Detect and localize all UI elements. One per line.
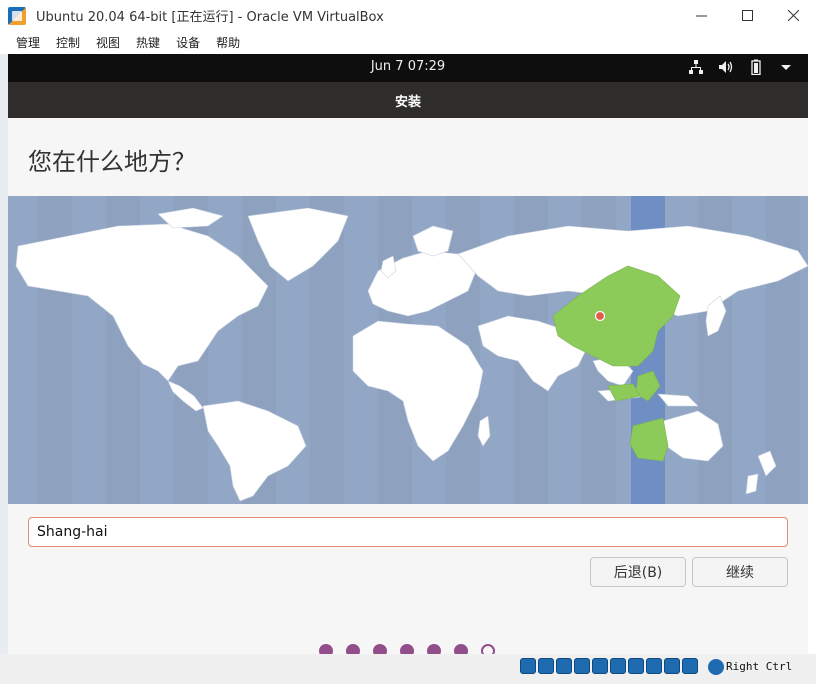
installer-progress-dots — [319, 644, 495, 654]
minimize-button[interactable] — [678, 0, 724, 31]
south-america — [202, 400, 307, 502]
page-title: 您在什么地方？ — [28, 148, 196, 176]
window-controls — [678, 0, 816, 31]
close-button[interactable] — [770, 0, 816, 31]
cpu-icon[interactable] — [664, 658, 680, 674]
window-title: Ubuntu 20.04 64-bit [正在运行] - Oracle VM V… — [36, 10, 384, 25]
network-icon — [689, 60, 703, 74]
recording-icon[interactable] — [646, 658, 662, 674]
shared-folders-icon[interactable] — [610, 658, 626, 674]
minimize-icon — [695, 15, 707, 17]
vm-status-icons — [520, 658, 698, 674]
audio-icon[interactable] — [556, 658, 572, 674]
volume-icon — [719, 61, 733, 73]
installer-title: 安装 — [394, 95, 421, 110]
back-button[interactable]: 后退(B) — [590, 557, 686, 587]
virtualbox-app-icon — [8, 6, 26, 25]
progress-dot — [319, 644, 333, 654]
progress-dot-current — [481, 644, 495, 654]
installer-headerbar: 安装 — [8, 82, 808, 118]
progress-dot — [427, 644, 441, 654]
menu-help[interactable]: 帮助 — [208, 34, 248, 51]
timezone-input[interactable] — [28, 517, 788, 547]
world-map — [15, 196, 808, 504]
progress-dot — [400, 644, 414, 654]
progress-dot — [346, 644, 360, 654]
timezone-map[interactable] — [8, 196, 808, 504]
ubuntu-top-bar: Jun 7 07:29 — [8, 54, 808, 82]
close-icon — [787, 10, 799, 21]
menu-devices[interactable]: 设备 — [168, 34, 208, 51]
menu-view[interactable]: 视图 — [88, 34, 128, 51]
host-menubar: 管理 控制 视图 热键 设备 帮助 — [0, 31, 816, 54]
location-pin-icon — [594, 310, 606, 322]
guest-screen: Jun 7 07:29 安装 您在什么地方？ Shang-hai 后退(B) 继… — [8, 54, 808, 654]
menu-control[interactable]: 控制 — [48, 34, 88, 51]
system-menu-arrow-icon — [781, 65, 791, 70]
menu-hotkeys[interactable]: 热键 — [128, 34, 168, 51]
host-desktop-peek — [0, 54, 8, 654]
hard-disk-icon[interactable] — [520, 658, 536, 674]
maximize-icon — [741, 10, 753, 21]
network-adapter-icon[interactable] — [574, 658, 590, 674]
battery-icon — [751, 59, 761, 75]
progress-dot — [373, 644, 387, 654]
progress-dot — [454, 644, 468, 654]
display-icon[interactable] — [628, 658, 644, 674]
host-key-label: Right Ctrl — [726, 660, 793, 673]
keyboard-capture-icon — [708, 659, 724, 675]
host-titlebar: Ubuntu 20.04 64-bit [正在运行] - Oracle VM V… — [0, 0, 816, 31]
menu-manage[interactable]: 管理 — [8, 34, 48, 51]
continue-button[interactable]: 继续 — [692, 557, 788, 587]
usb-icon[interactable] — [592, 658, 608, 674]
optical-drive-icon[interactable] — [538, 658, 554, 674]
mouse-integration-icon[interactable] — [682, 658, 698, 674]
system-tray[interactable] — [688, 59, 794, 75]
host-statusbar: Right Ctrl — [0, 654, 816, 684]
maximize-button[interactable] — [724, 0, 770, 31]
